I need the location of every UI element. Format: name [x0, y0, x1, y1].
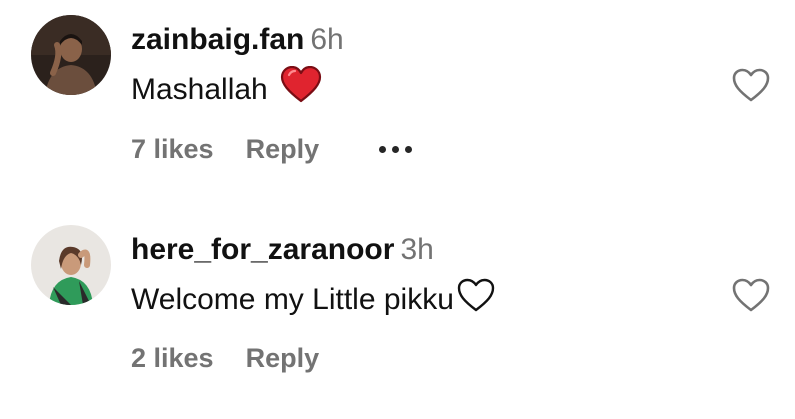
- avatar[interactable]: [31, 15, 111, 95]
- reply-button[interactable]: Reply: [246, 342, 320, 374]
- likes-count[interactable]: 2 likes: [131, 342, 214, 374]
- timestamp: 6h: [310, 23, 344, 56]
- timestamp: 3h: [400, 233, 434, 266]
- comment-text: Mashallah: [131, 65, 322, 113]
- username[interactable]: here_for_zaranoor: [131, 233, 394, 266]
- username[interactable]: zainbaig.fan: [131, 23, 304, 56]
- comment-actions: 7 likes Reply: [131, 133, 413, 165]
- white-heart-icon: [456, 277, 496, 322]
- avatar[interactable]: [31, 225, 111, 305]
- more-options-icon[interactable]: [379, 145, 413, 153]
- comment-actions: 2 likes Reply: [131, 342, 319, 374]
- comment-text: Welcome my Little pikku: [131, 277, 496, 322]
- comment-text-content: Welcome my Little pikku: [131, 282, 454, 316]
- likes-count[interactable]: 7 likes: [131, 133, 214, 165]
- reply-button[interactable]: Reply: [246, 133, 320, 165]
- heart-outline-icon[interactable]: [731, 67, 771, 103]
- comment-header: here_for_zaranoor 3h: [131, 232, 434, 268]
- comment-header: zainbaig.fan 6h: [131, 22, 344, 58]
- comment-text-content: Mashallah: [131, 72, 268, 106]
- red-heart-icon: [280, 65, 322, 113]
- heart-outline-icon[interactable]: [731, 277, 771, 313]
